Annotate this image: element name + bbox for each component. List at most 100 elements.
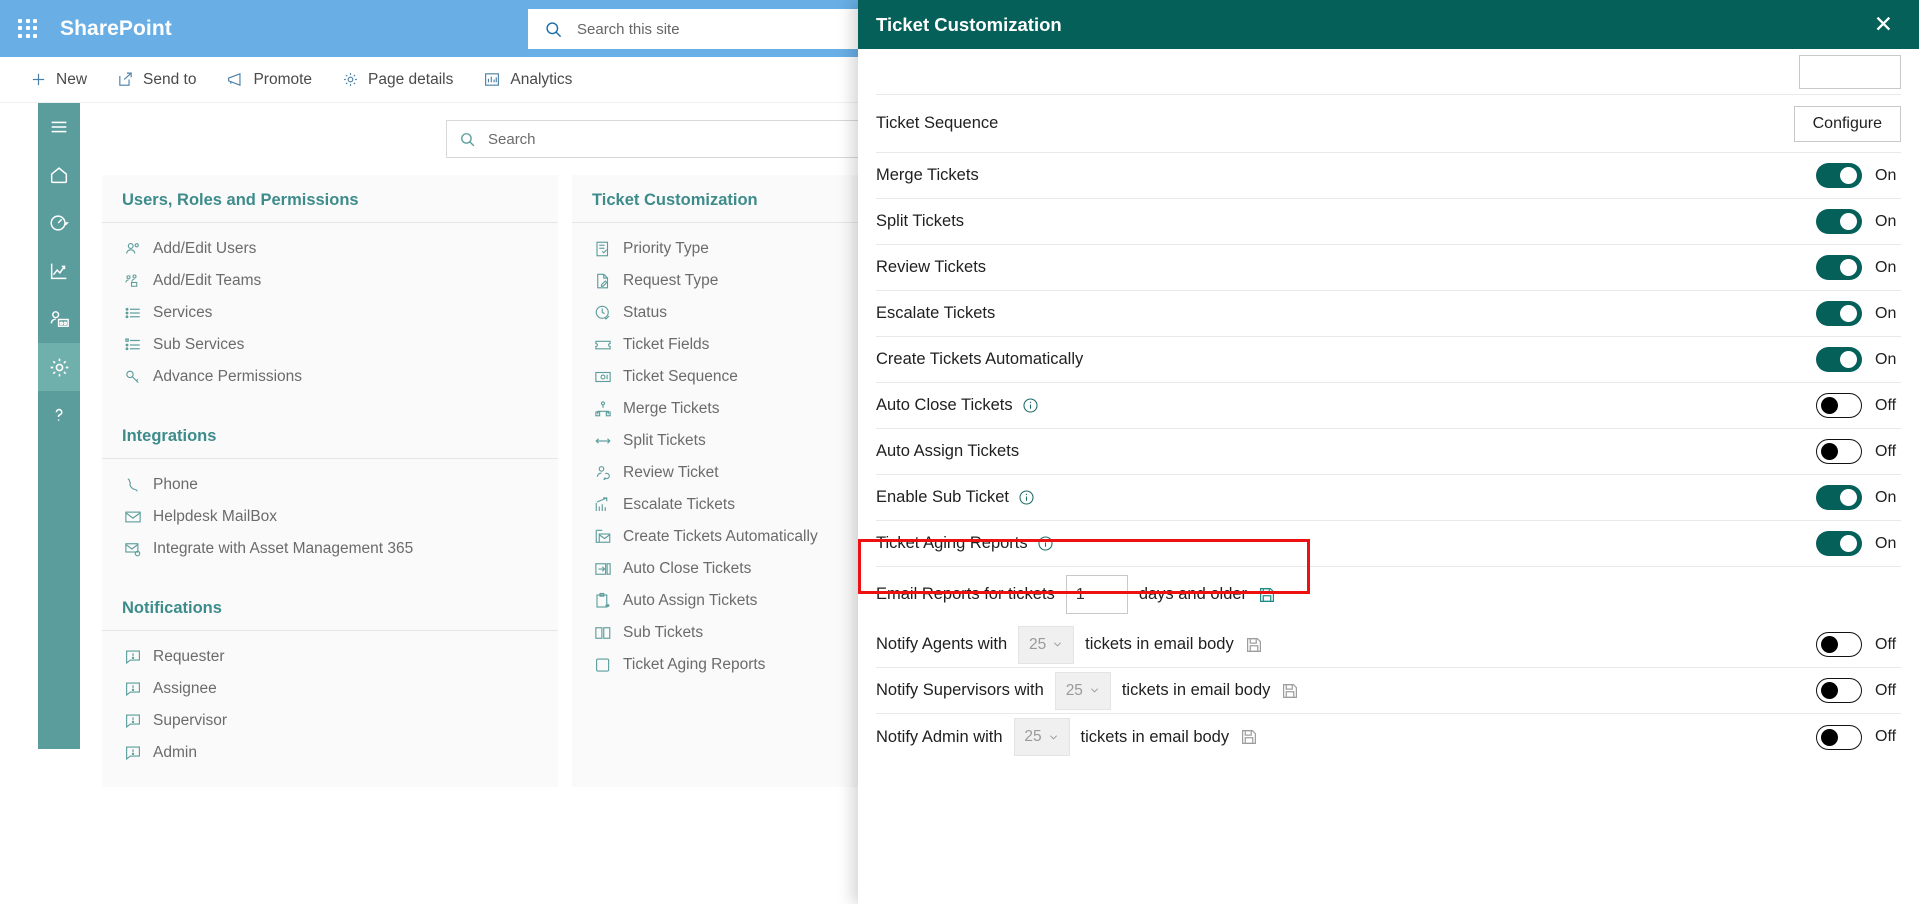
- key-icon: [126, 370, 139, 384]
- rail-item-dashboard[interactable]: [38, 199, 80, 247]
- mail-icon: [125, 511, 141, 523]
- info-icon[interactable]: [1022, 397, 1039, 414]
- save-icon[interactable]: [1281, 682, 1299, 700]
- panel-row-review-tickets: Review Tickets On: [876, 245, 1901, 291]
- list-icon: [125, 307, 140, 319]
- row-label: Enable Sub Ticket: [876, 488, 1035, 507]
- toggle-enable-sub-ticket[interactable]: [1816, 485, 1862, 510]
- panel-header: Ticket Customization ✕: [858, 0, 1919, 49]
- notify-admin-count-select[interactable]: 25: [1013, 718, 1070, 756]
- list-item-label: Sub Tickets: [623, 624, 704, 641]
- toggle-split-tickets[interactable]: [1816, 209, 1862, 234]
- toggle-state: Off: [1875, 728, 1897, 745]
- configure-button-partial[interactable]: [1799, 54, 1901, 89]
- email-reports-label-before: Email Reports for tickets: [876, 585, 1055, 603]
- analytics-button[interactable]: Analytics: [483, 71, 572, 89]
- send-to-label: Send to: [143, 70, 197, 88]
- app-launcher-icon[interactable]: [14, 15, 42, 43]
- toggle-notify-admin[interactable]: [1816, 724, 1862, 750]
- list-item-label: Merge Tickets: [623, 400, 720, 417]
- rail-item-home[interactable]: [38, 151, 80, 199]
- rail-item-reports[interactable]: [38, 247, 80, 295]
- list-item-helpdesk-mailbox[interactable]: Helpdesk MailBox: [102, 501, 558, 533]
- comment-alert-icon: [126, 682, 140, 697]
- comment-alert-icon: [126, 714, 140, 729]
- toggle-state: Off: [1875, 396, 1897, 414]
- panel-row-auto-close-tickets: Auto Close Tickets Off: [876, 383, 1901, 429]
- list-item-assignee[interactable]: Assignee: [102, 673, 558, 705]
- list-item-supervisor[interactable]: Supervisor: [102, 705, 558, 737]
- promote-label: Promote: [253, 70, 313, 88]
- users-icon: [126, 243, 139, 254]
- list-item-label: Add/Edit Users: [153, 240, 257, 257]
- toggle-notify-supervisors[interactable]: [1816, 678, 1862, 703]
- row-label: Split Tickets: [876, 212, 965, 230]
- dashboard-icon: [50, 215, 70, 231]
- page-details-button[interactable]: Page details: [342, 71, 453, 89]
- brand-sharepoint[interactable]: SharePoint: [60, 17, 172, 41]
- list-item-requester[interactable]: Requester: [102, 641, 558, 673]
- panel-row-notify-supervisors: Notify Supervisors with 25 tickets in em…: [876, 668, 1901, 714]
- row-label: Auto Close Tickets: [876, 396, 1039, 415]
- save-icon[interactable]: [1245, 636, 1263, 654]
- row-control: On: [1816, 255, 1901, 280]
- list-item-label: Assignee: [153, 680, 217, 697]
- list-item-advance-permissions[interactable]: Advance Permissions: [102, 361, 558, 393]
- toggle-review-tickets[interactable]: [1816, 255, 1862, 280]
- toggle-auto-assign-tickets[interactable]: [1816, 439, 1862, 464]
- sub-tickets-icon: [595, 627, 611, 639]
- list-item-label: Admin: [153, 744, 197, 761]
- toggle-state: On: [1875, 166, 1897, 184]
- rail-item-settings[interactable]: [38, 343, 80, 391]
- close-icon[interactable]: ✕: [1868, 9, 1899, 40]
- promote-button[interactable]: Promote: [226, 71, 312, 89]
- list-item-label: Add/Edit Teams: [153, 272, 262, 289]
- toggle-create-tickets-automatically[interactable]: [1816, 347, 1862, 372]
- list-item-label: Request Type: [623, 272, 719, 289]
- help-icon: [55, 408, 63, 421]
- list-item-integrate-asset-management[interactable]: Integrate with Asset Management 365: [102, 533, 558, 565]
- panel-row-auto-assign-tickets: Auto Assign Tickets Off: [876, 429, 1901, 475]
- notify-agents-label-before: Notify Agents with: [876, 635, 1008, 653]
- toggle-notify-agents[interactable]: [1816, 632, 1862, 657]
- configure-button[interactable]: Configure: [1793, 105, 1901, 142]
- row-label-text: Ticket Aging Reports: [876, 534, 1028, 552]
- rail-item-menu[interactable]: [38, 103, 80, 151]
- rail-item-help[interactable]: [38, 391, 80, 439]
- row-control: Off: [1816, 439, 1901, 464]
- notify-admin-label-before: Notify Admin with: [876, 727, 1003, 746]
- merge-icon: [595, 401, 611, 417]
- list-item-phone[interactable]: Phone: [102, 469, 558, 501]
- toggle-merge-tickets[interactable]: [1816, 163, 1862, 188]
- row-control: Off: [1816, 393, 1901, 418]
- toggle-auto-close-tickets[interactable]: [1816, 393, 1862, 418]
- list-item-add-edit-users[interactable]: Add/Edit Users: [102, 233, 558, 265]
- send-to-button[interactable]: Send to: [117, 71, 196, 89]
- rail-item-teams[interactable]: [38, 295, 80, 343]
- save-icon[interactable]: [1240, 728, 1258, 746]
- panel-row-escalate-tickets: Escalate Tickets On: [876, 291, 1901, 337]
- list-item-sub-services[interactable]: Sub Services: [102, 329, 558, 361]
- list-item-admin[interactable]: Admin: [102, 737, 558, 769]
- info-icon[interactable]: [1018, 489, 1035, 506]
- card-users-roles-permissions: Users, Roles and Permissions Add/Edit Us…: [102, 175, 558, 787]
- review-people-icon: [596, 466, 610, 481]
- notify-supervisors-count-select[interactable]: 25: [1054, 671, 1111, 710]
- panel-row-partial: [876, 49, 1901, 95]
- list-item-label: Priority Type: [623, 240, 709, 257]
- row-label: Ticket Aging Reports: [876, 534, 1054, 553]
- toggle-ticket-aging-reports[interactable]: [1816, 531, 1862, 556]
- team-group-icon: [125, 274, 138, 287]
- save-icon[interactable]: [1258, 586, 1276, 604]
- email-reports-label-after: days and older: [1138, 585, 1248, 603]
- list-item-add-edit-teams[interactable]: Add/Edit Teams: [102, 265, 558, 297]
- info-icon[interactable]: [1037, 535, 1054, 552]
- list-item-label: Escalate Tickets: [623, 496, 735, 513]
- list-item-services[interactable]: Services: [102, 297, 558, 329]
- toggle-escalate-tickets[interactable]: [1816, 301, 1862, 326]
- email-reports-days-input[interactable]: [1065, 575, 1128, 614]
- notify-supervisors-label-after: tickets in email body: [1121, 681, 1271, 699]
- row-label: Escalate Tickets: [876, 304, 996, 322]
- new-button[interactable]: New: [30, 71, 87, 89]
- notify-agents-count-select[interactable]: 25: [1018, 625, 1075, 664]
